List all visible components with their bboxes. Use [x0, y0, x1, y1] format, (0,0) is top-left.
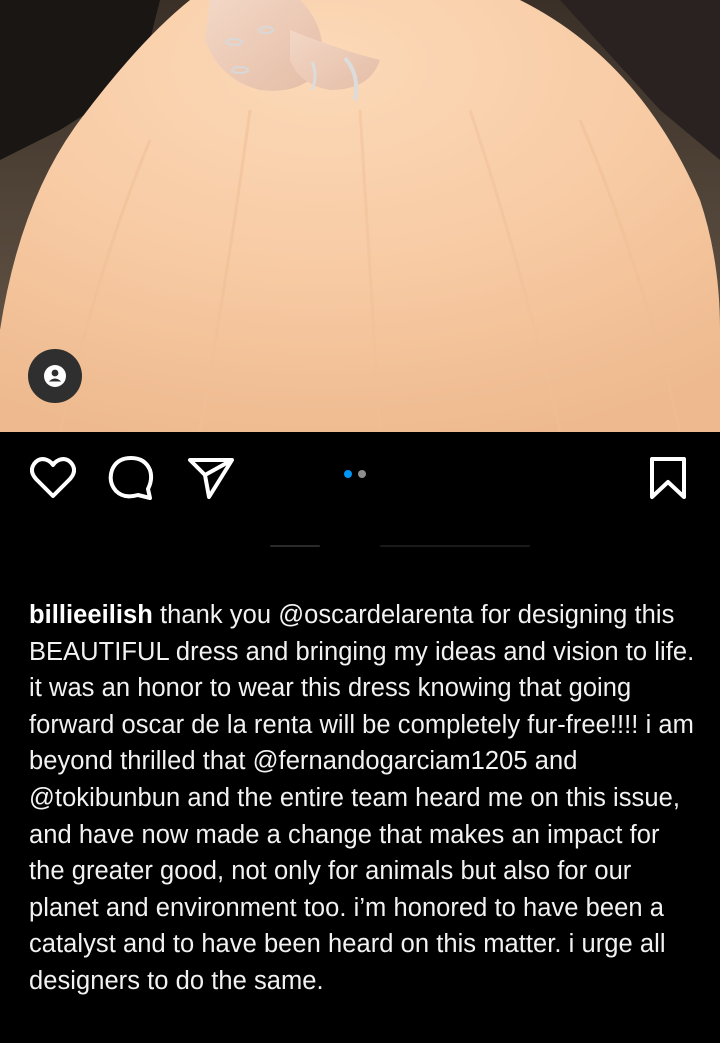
like-button[interactable] [29, 454, 77, 502]
caption-text: and the entire team heard me on this iss… [29, 783, 680, 995]
comment-button[interactable] [107, 454, 155, 502]
bookmark-icon [650, 457, 686, 499]
comment-icon [108, 456, 154, 500]
mention-link[interactable]: @tokibunbun [29, 784, 180, 812]
user-tag-icon [44, 365, 66, 387]
mention-link[interactable]: @oscardelarenta [278, 601, 473, 629]
caption-text: and [527, 747, 578, 776]
post-photo[interactable] [0, 0, 720, 432]
save-button[interactable] [644, 454, 692, 502]
carousel-indicator [344, 470, 366, 478]
caption-text: thank you [152, 601, 279, 629]
tagged-users-button[interactable] [28, 349, 82, 403]
post-caption: billieeilish thank you @oscardelarenta f… [29, 597, 701, 1000]
caption-username[interactable]: billieeilish [29, 601, 153, 629]
dress-photo-image [0, 0, 720, 432]
divider [270, 545, 320, 547]
carousel-dot-active [344, 470, 352, 478]
heart-icon [30, 457, 76, 498]
share-button[interactable] [187, 454, 235, 502]
carousel-dot [358, 470, 366, 478]
divider [380, 545, 530, 547]
send-icon [188, 458, 234, 499]
mention-link[interactable]: @fernandogarciam1205 [253, 747, 528, 775]
